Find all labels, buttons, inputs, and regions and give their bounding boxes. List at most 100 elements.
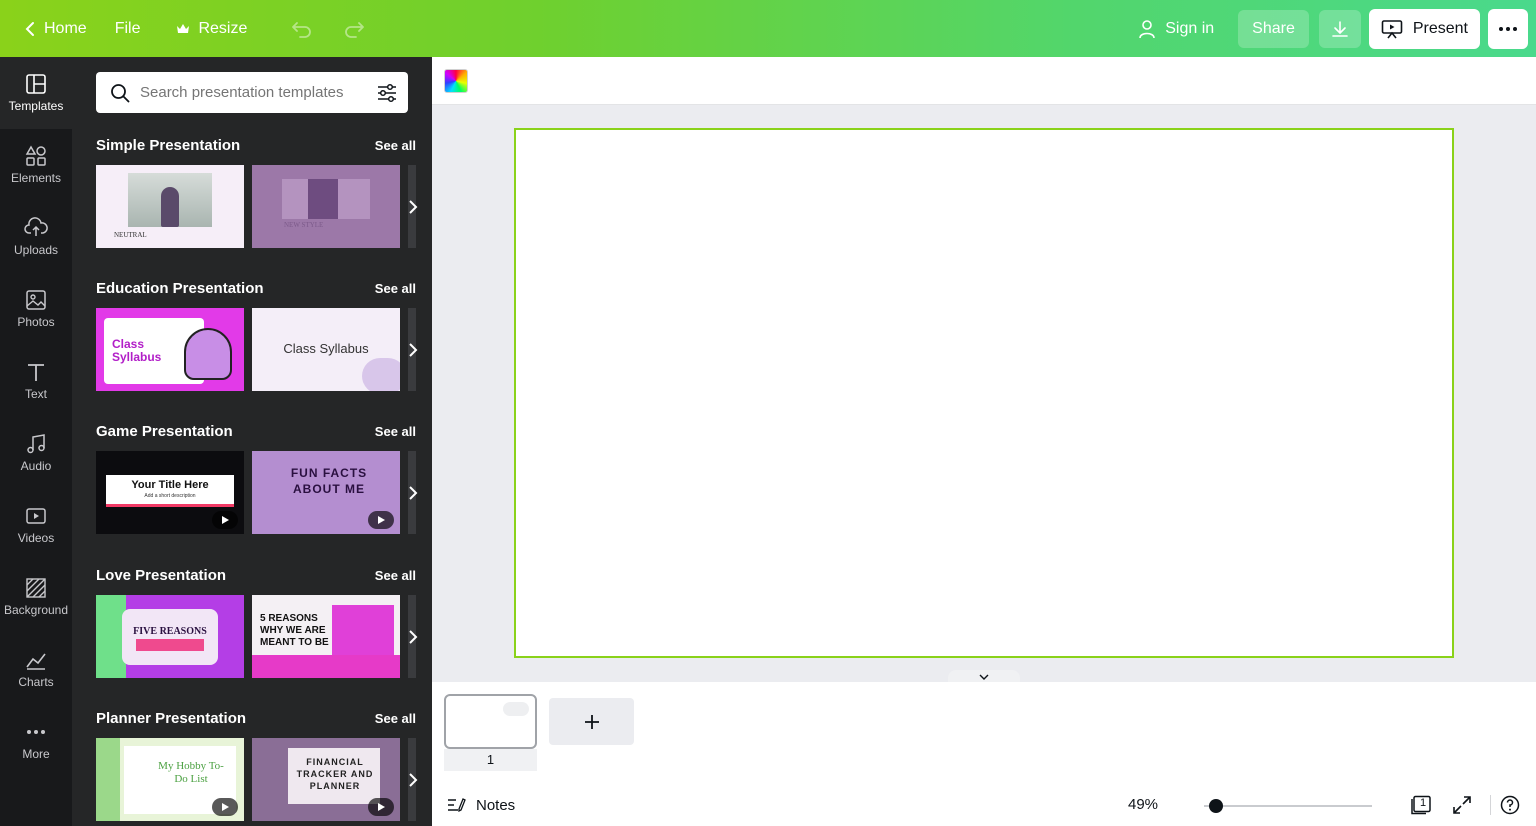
- redo-icon: [345, 21, 365, 38]
- zoom-level[interactable]: 49%: [1128, 796, 1158, 813]
- share-button[interactable]: Share: [1238, 9, 1309, 48]
- rail-item-photos[interactable]: Photos: [0, 273, 72, 345]
- thumb-text: 5 REASONS WHY WE ARE MEANT TO BE: [260, 613, 329, 648]
- video-badge: [368, 511, 394, 529]
- notes-button[interactable]: Notes: [446, 797, 515, 814]
- thumb-text: My Hobby To-Do List: [158, 760, 224, 785]
- page-options-button[interactable]: [503, 702, 529, 716]
- fullscreen-button[interactable]: [1452, 795, 1472, 820]
- rail-item-elements[interactable]: Elements: [0, 129, 72, 201]
- notes-label: Notes: [476, 796, 516, 814]
- rail-item-videos[interactable]: Videos: [0, 489, 72, 561]
- scroll-next-button[interactable]: [402, 768, 424, 792]
- chevron-right-icon: [409, 773, 418, 787]
- pages-strip: 1: [432, 682, 1536, 784]
- page-count-button[interactable]: 1: [1410, 795, 1432, 820]
- audio-icon: [27, 434, 45, 454]
- filter-icon[interactable]: [376, 82, 398, 104]
- video-badge: [212, 511, 238, 529]
- resize-button[interactable]: Resize: [166, 10, 257, 48]
- video-badge: [212, 798, 238, 816]
- video-badge: [368, 798, 394, 816]
- rail-label-background: Background: [3, 603, 69, 617]
- rail-item-more[interactable]: More: [0, 705, 72, 777]
- rail-item-text[interactable]: Text: [0, 345, 72, 417]
- rail-label-videos: Videos: [17, 531, 55, 545]
- play-icon: [222, 803, 229, 811]
- template-thumb[interactable]: My Hobby To-Do List: [96, 738, 244, 821]
- rail-item-templates[interactable]: Templates: [0, 57, 72, 129]
- footer-divider: [1490, 795, 1491, 815]
- template-thumb[interactable]: 5 REASONS WHY WE ARE MEANT TO BE: [252, 595, 400, 678]
- template-thumb[interactable]: Your Title Here Add a short description: [96, 451, 244, 534]
- user-icon: [1139, 19, 1156, 38]
- expand-icon: [1453, 796, 1471, 814]
- scroll-next-button[interactable]: [402, 481, 424, 505]
- template-thumb[interactable]: NEW STYLE: [252, 165, 400, 248]
- rail-item-audio[interactable]: Audio: [0, 417, 72, 489]
- editor-footer: Notes 49% 1: [432, 784, 1536, 826]
- chevron-right-icon: [409, 486, 418, 500]
- help-button[interactable]: [1500, 795, 1520, 820]
- templates-panel: Simple Presentation See all NEUTRAL NEW …: [72, 57, 432, 826]
- scroll-next-button[interactable]: [402, 338, 424, 362]
- file-menu-button[interactable]: File: [105, 10, 151, 48]
- background-color-picker[interactable]: [444, 69, 468, 93]
- template-thumb[interactable]: FIVE REASONS: [96, 595, 244, 678]
- sign-in-button[interactable]: Sign in: [1127, 10, 1224, 48]
- rail-label-text: Text: [24, 387, 47, 401]
- section-title: Game Presentation: [96, 422, 233, 440]
- thumb-text: NEW STYLE: [284, 221, 324, 229]
- chevron-right-icon: [409, 343, 418, 357]
- download-button[interactable]: [1318, 9, 1361, 48]
- rail-label-elements: Elements: [10, 171, 62, 185]
- rail-item-uploads[interactable]: Uploads: [0, 201, 72, 273]
- more-icon: [27, 730, 45, 734]
- template-section-education: Education Presentation See all Class Syl…: [96, 278, 418, 391]
- see-all-link[interactable]: See all: [375, 568, 416, 583]
- template-thumb[interactable]: Class Syllabus: [252, 308, 400, 391]
- section-title: Love Presentation: [96, 566, 227, 584]
- see-all-link[interactable]: See all: [375, 138, 416, 153]
- side-nav-rail: Templates Elements Uploads Photos Text A…: [0, 57, 72, 826]
- template-section-love: Love Presentation See all FIVE REASONS 5…: [96, 565, 418, 678]
- play-icon: [222, 516, 229, 524]
- see-all-link[interactable]: See all: [375, 281, 416, 296]
- page-count: 1: [1419, 797, 1427, 809]
- photos-icon: [26, 290, 46, 310]
- rail-item-charts[interactable]: Charts: [0, 633, 72, 705]
- thumb-text: FUN FACTS ABOUT ME: [290, 466, 368, 496]
- rail-item-background[interactable]: Background: [0, 561, 72, 633]
- see-all-link[interactable]: See all: [375, 424, 416, 439]
- slide-canvas[interactable]: [514, 128, 1454, 658]
- page-thumbnail[interactable]: [444, 694, 537, 749]
- rail-label-uploads: Uploads: [13, 243, 59, 257]
- present-button[interactable]: Present: [1368, 8, 1480, 49]
- template-thumb[interactable]: FUN FACTS ABOUT ME: [252, 451, 400, 534]
- scroll-next-button[interactable]: [402, 625, 424, 649]
- search-input[interactable]: [140, 84, 350, 101]
- zoom-slider-track[interactable]: [1204, 805, 1372, 807]
- top-toolbar: Home File Resize Sign in Share Present: [0, 0, 1536, 57]
- template-thumb[interactable]: NEUTRAL: [96, 165, 244, 248]
- play-icon: [378, 803, 385, 811]
- more-options-button[interactable]: [1488, 8, 1528, 49]
- thumb-subtext: Add a short description: [144, 493, 196, 499]
- videos-icon: [26, 508, 46, 524]
- text-icon: [28, 364, 44, 381]
- zoom-slider-handle[interactable]: [1209, 799, 1223, 813]
- template-thumb[interactable]: Class Syllabus: [96, 308, 244, 391]
- download-icon: [1332, 20, 1348, 37]
- add-page-button[interactable]: [549, 698, 634, 745]
- scroll-next-button[interactable]: [402, 195, 424, 219]
- home-button[interactable]: Home: [14, 10, 97, 48]
- redo-button[interactable]: [337, 10, 379, 48]
- search-box: [96, 72, 408, 113]
- template-thumb[interactable]: FINANCIAL TRACKER AND PLANNER: [252, 738, 400, 821]
- see-all-link[interactable]: See all: [375, 711, 416, 726]
- home-label: Home: [44, 19, 87, 37]
- share-label: Share: [1252, 19, 1295, 37]
- thumb-text: Class Syllabus: [283, 341, 369, 356]
- undo-button[interactable]: [285, 10, 327, 48]
- section-title: Planner Presentation: [96, 709, 247, 727]
